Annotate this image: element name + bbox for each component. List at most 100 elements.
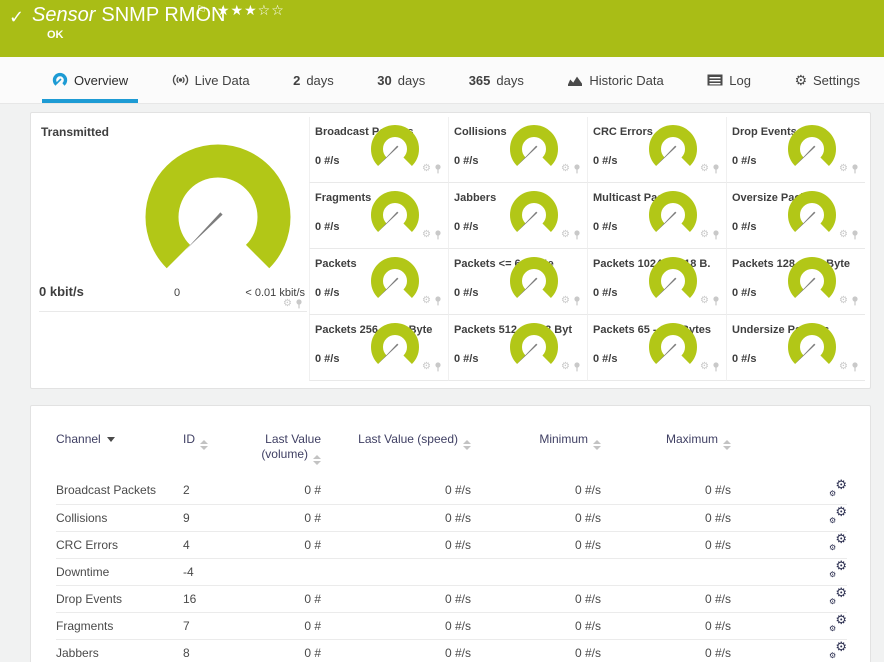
cell-id: 4 (183, 530, 254, 558)
table-row[interactable]: Fragments 7 0 # 0 #/s 0 #/s 0 #/s ⚙ ⚙ (56, 611, 847, 639)
tab-live-data[interactable]: Live Data (162, 57, 260, 103)
channel-gauge-cell[interactable]: Collisions 0 #/s ⚙ (448, 117, 587, 183)
channel-gauge-cell[interactable]: Undersize Packets 0 #/s ⚙ (726, 315, 865, 381)
pin-icon[interactable] (851, 362, 859, 372)
col-id[interactable]: ID (183, 432, 254, 477)
pin-icon[interactable] (573, 362, 581, 372)
cell-channel[interactable]: Broadcast Packets (56, 477, 183, 504)
gear-icon[interactable]: ⚙ (839, 362, 848, 372)
channel-gauge-cell[interactable]: Packets 512 - 1023 Byt... 0 #/s ⚙ (448, 315, 587, 381)
cell-actions: ⚙ ⚙ (759, 557, 847, 585)
pin-icon[interactable] (712, 362, 720, 372)
gear-icon[interactable]: ⚙ (839, 164, 848, 174)
col-minimum[interactable]: Minimum (499, 432, 629, 477)
channel-settings-icon[interactable]: ⚙ ⚙ (829, 586, 847, 606)
cell-minimum: 0 #/s (499, 584, 629, 612)
gear-icon[interactable]: ⚙ (700, 230, 709, 240)
channel-gauge-cell[interactable]: Multicast Packets 0 #/s ⚙ (587, 183, 726, 249)
cell-channel[interactable]: CRC Errors (56, 530, 183, 558)
gear-icon[interactable]: ⚙ (561, 164, 570, 174)
table-row[interactable]: Collisions 9 0 # 0 #/s 0 #/s 0 #/s ⚙ ⚙ (56, 503, 847, 531)
channel-gauge-cell[interactable]: Packets <= 64 Byte 0 #/s ⚙ (448, 249, 587, 315)
gear-icon[interactable]: ⚙ (700, 296, 709, 306)
channel-gauge-cell[interactable]: Packets 1024 - 1518 B... 0 #/s ⚙ (587, 249, 726, 315)
cell-channel[interactable]: Drop Events (56, 584, 183, 612)
col-maximum[interactable]: Maximum (629, 432, 759, 477)
tab-historic-data[interactable]: Historic Data (557, 57, 673, 103)
pin-icon[interactable] (434, 362, 442, 372)
gear-icon[interactable]: ⚙ (839, 230, 848, 240)
table-row[interactable]: Downtime -4 ⚙ ⚙ (56, 557, 847, 585)
gear-icon[interactable]: ⚙ (422, 230, 431, 240)
channel-settings-icon[interactable]: ⚙ ⚙ (829, 478, 847, 498)
channel-gauge-cell[interactable]: CRC Errors 0 #/s ⚙ (587, 117, 726, 183)
gear-icon[interactable]: ⚙ (561, 230, 570, 240)
col-last-value-volume[interactable]: Last Value (volume) (254, 432, 349, 477)
table-row[interactable]: Drop Events 16 0 # 0 #/s 0 #/s 0 #/s ⚙ ⚙ (56, 584, 847, 612)
channel-gauge (649, 323, 697, 364)
cell-channel[interactable]: Jabbers (56, 638, 183, 662)
channel-gauge-cell[interactable]: Jabbers 0 #/s ⚙ (448, 183, 587, 249)
table-row[interactable]: CRC Errors 4 0 # 0 #/s 0 #/s 0 #/s ⚙ ⚙ (56, 530, 847, 558)
tab-365-days[interactable]: 365 days (459, 57, 534, 103)
channel-gauge-cell[interactable]: Packets 128 - 255 Bytes 0 #/s ⚙ (726, 249, 865, 315)
pin-icon[interactable] (434, 230, 442, 240)
gear-icon[interactable]: ⚙ (283, 299, 292, 309)
cell-channel[interactable]: Collisions (56, 503, 183, 531)
table-row[interactable]: Broadcast Packets 2 0 # 0 #/s 0 #/s 0 #/… (56, 477, 847, 504)
pin-icon[interactable] (851, 296, 859, 306)
pin-icon[interactable] (573, 230, 581, 240)
pin-icon[interactable] (712, 164, 720, 174)
transmitted-channel-title: Transmitted (41, 125, 110, 139)
gear-icon[interactable]: ⚙ (422, 296, 431, 306)
channel-gauge-cell[interactable]: Packets 0 #/s ⚙ (309, 249, 448, 315)
tab-settings[interactable]: ⚙ Settings (784, 57, 870, 103)
gear-icon[interactable]: ⚙ (422, 362, 431, 372)
pin-icon[interactable] (434, 164, 442, 174)
gear-icon[interactable]: ⚙ (839, 296, 848, 306)
gear-icon[interactable]: ⚙ (561, 296, 570, 306)
channel-gauge-cell[interactable]: Drop Events 0 #/s ⚙ (726, 117, 865, 183)
channel-settings-icon[interactable]: ⚙ ⚙ (829, 613, 847, 633)
col-channel[interactable]: Channel (56, 432, 183, 477)
gauge-cell-actions: ⚙ (700, 164, 720, 174)
sort-desc-icon (106, 437, 115, 442)
cell-minimum: 0 #/s (499, 503, 629, 531)
channel-settings-icon[interactable]: ⚙ ⚙ (829, 505, 847, 525)
channel-table: Channel ID Last Value (volume) Last Valu… (56, 432, 847, 662)
channel-gauge-cell[interactable]: Packets 256 - 511 Bytes 0 #/s ⚙ (309, 315, 448, 381)
channel-settings-icon[interactable]: ⚙ ⚙ (829, 640, 847, 660)
tab-log[interactable]: Log (697, 57, 761, 103)
gear-icon[interactable]: ⚙ (700, 362, 709, 372)
gear-icon[interactable]: ⚙ (700, 164, 709, 174)
pin-icon[interactable] (573, 164, 581, 174)
channel-gauge-cell[interactable]: Fragments 0 #/s ⚙ (309, 183, 448, 249)
col-last-value-speed[interactable]: Last Value (speed) (349, 432, 499, 477)
pin-icon[interactable] (851, 230, 859, 240)
channel-gauge-cell[interactable]: Broadcast Packets 0 #/s ⚙ (309, 117, 448, 183)
pin-icon[interactable] (573, 296, 581, 306)
pin-icon[interactable] (295, 299, 303, 309)
table-row[interactable]: Jabbers 8 0 # 0 #/s 0 #/s 0 #/s ⚙ ⚙ (56, 638, 847, 662)
flag-icon[interactable]: ⚐ (196, 3, 207, 17)
gear-icon[interactable]: ⚙ (561, 362, 570, 372)
gear-icon[interactable]: ⚙ (422, 164, 431, 174)
pin-icon[interactable] (712, 296, 720, 306)
priority-stars[interactable]: ★★★☆☆ (217, 2, 285, 19)
tab-30-days[interactable]: 30 days (367, 57, 435, 103)
pin-icon[interactable] (712, 230, 720, 240)
channel-gauge-cell[interactable]: Packets 65 - 127 Bytes 0 #/s ⚙ (587, 315, 726, 381)
cell-channel[interactable]: Downtime (56, 557, 183, 585)
tab-overview[interactable]: Overview (42, 57, 139, 103)
sensor-page: ✓ Sensor SNMP RMON ⚐ ★★★☆☆ OK Overview Li… (0, 0, 884, 662)
channel-gauge-cell[interactable]: Oversize Packets 0 #/s ⚙ (726, 183, 865, 249)
channel-settings-icon[interactable]: ⚙ ⚙ (829, 532, 847, 552)
tab-label: days (397, 72, 426, 88)
pin-icon[interactable] (851, 164, 859, 174)
channel-gauge-value: 0 #/s (593, 287, 618, 299)
pin-icon[interactable] (434, 296, 442, 306)
cell-channel[interactable]: Fragments (56, 611, 183, 639)
channel-settings-icon[interactable]: ⚙ ⚙ (829, 559, 847, 579)
tab-2-days[interactable]: 2 days (283, 57, 344, 103)
cell-minimum (499, 557, 629, 585)
